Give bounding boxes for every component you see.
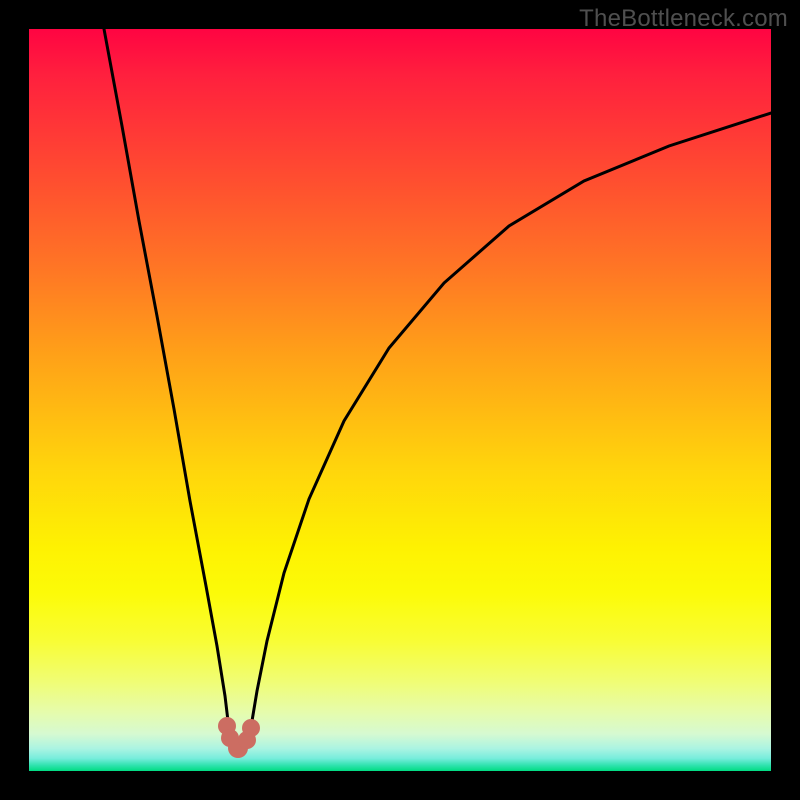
bottleneck-curve <box>29 29 771 771</box>
plot-area <box>29 29 771 771</box>
minimum-marker <box>242 719 260 737</box>
curve-right-branch <box>249 113 771 736</box>
watermark-text: TheBottleneck.com <box>579 5 788 33</box>
curve-left-branch <box>104 29 230 736</box>
chart-frame: TheBottleneck.com <box>0 0 800 800</box>
